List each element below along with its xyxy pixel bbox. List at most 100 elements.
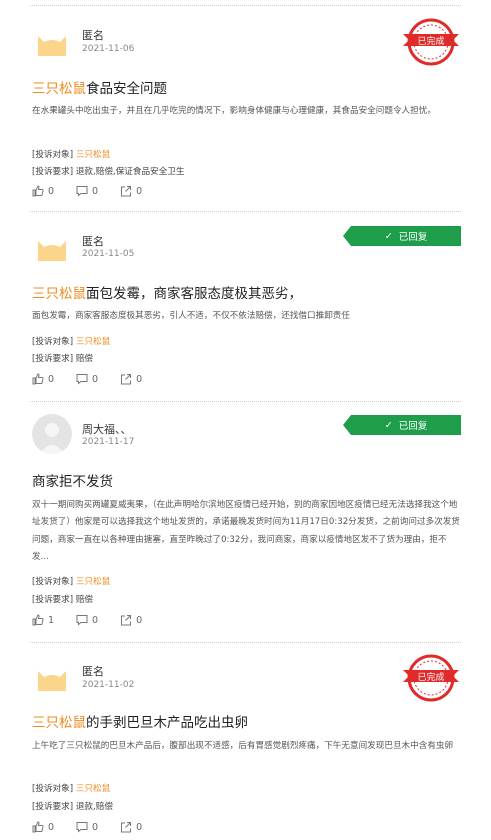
complaint-title[interactable]: 三只松鼠的手剥巴旦木产品吃出虫卵 bbox=[32, 711, 463, 731]
completed-stamp-icon: 已完成 bbox=[403, 650, 459, 706]
complaint-title[interactable]: 三只松鼠食品安全问题 bbox=[32, 77, 463, 97]
target-value[interactable]: 三只松鼠 bbox=[76, 784, 110, 794]
comment-button[interactable]: 0 bbox=[76, 185, 98, 197]
share-count: 0 bbox=[136, 614, 143, 626]
title-text: 食品安全问题 bbox=[86, 81, 167, 97]
comment-icon bbox=[76, 615, 88, 626]
target-value[interactable]: 三只松鼠 bbox=[76, 577, 110, 587]
default-user-icon bbox=[32, 414, 72, 454]
complaint-target: [投诉对象] 三只松鼠 bbox=[32, 575, 110, 587]
action-bar: 0 0 0 bbox=[32, 821, 142, 833]
divider bbox=[30, 5, 461, 6]
share-icon bbox=[121, 374, 132, 385]
share-icon bbox=[121, 822, 132, 833]
user-name: 匿名 bbox=[82, 235, 104, 248]
post-date: 2021-11-02 bbox=[82, 680, 135, 690]
share-icon bbox=[121, 615, 132, 626]
share-button[interactable]: 0 bbox=[120, 373, 142, 385]
comment-icon bbox=[76, 822, 88, 833]
user-name: 周大福、、 bbox=[82, 423, 132, 436]
target-value[interactable]: 三只松鼠 bbox=[76, 337, 110, 347]
share-count: 0 bbox=[136, 185, 143, 197]
request-label: [投诉要求] bbox=[32, 595, 74, 605]
complaint-content: 在水果罐头中吃出虫子，并且在几乎吃完的情况下，影响身体健康与心理健康，其食品安全… bbox=[32, 106, 436, 116]
status-label: 已回复 bbox=[398, 421, 428, 432]
post-date: 2021-11-05 bbox=[82, 249, 135, 259]
comment-count: 0 bbox=[92, 821, 99, 833]
complaint-content: 面包发霉，商家客服态度极其恶劣，引人不适，不仅不依法赔偿，还找借口推卸责任 bbox=[32, 311, 350, 321]
comment-button[interactable]: 0 bbox=[76, 373, 98, 385]
target-label: [投诉对象] bbox=[32, 784, 74, 794]
target-label: [投诉对象] bbox=[32, 337, 74, 347]
like-button[interactable]: 0 bbox=[32, 373, 54, 385]
divider bbox=[30, 401, 461, 402]
comment-icon bbox=[76, 186, 88, 197]
comment-button[interactable]: 0 bbox=[76, 614, 98, 626]
request-value: 赔偿 bbox=[75, 595, 94, 605]
comment-icon bbox=[76, 374, 88, 385]
post-date: 2021-11-17 bbox=[82, 437, 135, 447]
target-label: [投诉对象] bbox=[32, 150, 74, 160]
like-button[interactable]: 0 bbox=[32, 185, 54, 197]
status-badge: ✓ 已回复 bbox=[343, 226, 461, 246]
comment-count: 0 bbox=[92, 185, 99, 197]
check-icon: ✓ bbox=[384, 419, 393, 431]
thumbs-up-icon bbox=[32, 373, 44, 385]
complaint-target: [投诉对象] 三只松鼠 bbox=[32, 335, 110, 347]
like-count: 0 bbox=[48, 821, 55, 833]
title-text: 商家拒不发货 bbox=[32, 474, 113, 490]
comment-count: 0 bbox=[92, 614, 99, 626]
complaint-request: [投诉要求] 赔偿 bbox=[32, 352, 93, 364]
target-value[interactable]: 三只松鼠 bbox=[76, 150, 110, 160]
request-label: [投诉要求] bbox=[32, 167, 74, 177]
request-value: 赔偿 bbox=[75, 354, 94, 364]
thumbs-up-icon bbox=[32, 821, 44, 833]
title-text: 的手剥巴旦木产品吃出虫卵 bbox=[86, 715, 248, 731]
share-count: 0 bbox=[136, 373, 143, 385]
title-text: 面包发霉，商家客服态度极其恶劣， bbox=[86, 286, 302, 302]
like-count: 0 bbox=[48, 373, 55, 385]
request-label: [投诉要求] bbox=[32, 354, 74, 364]
cat-avatar-icon bbox=[32, 22, 72, 62]
target-label: [投诉对象] bbox=[32, 577, 74, 587]
stamp-label: 已完成 bbox=[417, 35, 444, 47]
complaint-content: 双十一期间购买两罐夏威夷果，（在此声明哈尔滨地区疫情已经开始，别的商家因地区疫情… bbox=[32, 500, 460, 563]
cat-avatar-icon bbox=[32, 227, 72, 267]
like-button[interactable]: 1 bbox=[32, 614, 54, 626]
divider bbox=[30, 211, 461, 212]
status-badge: ✓ 已回复 bbox=[343, 415, 461, 435]
complaint-request: [投诉要求] 退款,赔偿,保证食品安全卫生 bbox=[32, 165, 184, 177]
completed-stamp-icon: 已完成 bbox=[403, 14, 459, 70]
like-button[interactable]: 0 bbox=[32, 821, 54, 833]
complaint-request: [投诉要求] 赔偿 bbox=[32, 593, 93, 605]
share-button[interactable]: 0 bbox=[120, 821, 142, 833]
comment-count: 0 bbox=[92, 373, 99, 385]
complaint-list-page: 匿名 2021-11-06 已完成 三只松鼠食品安全问题 在水果罐头中吃出虫子，… bbox=[0, 0, 491, 840]
comment-button[interactable]: 0 bbox=[76, 821, 98, 833]
share-count: 0 bbox=[136, 821, 143, 833]
cat-avatar-icon bbox=[32, 657, 72, 697]
user-name: 匿名 bbox=[82, 29, 104, 42]
request-label: [投诉要求] bbox=[32, 802, 74, 812]
thumbs-up-icon bbox=[32, 185, 44, 197]
request-value: 退款,赔偿,保证食品安全卫生 bbox=[75, 167, 185, 177]
title-brand: 三只松鼠 bbox=[32, 715, 86, 731]
status-label: 已回复 bbox=[398, 232, 428, 243]
check-icon: ✓ bbox=[384, 230, 393, 242]
complaint-target: [投诉对象] 三只松鼠 bbox=[32, 148, 110, 160]
action-bar: 0 0 0 bbox=[32, 185, 142, 197]
stamp-label: 已完成 bbox=[417, 671, 444, 683]
like-count: 0 bbox=[48, 185, 55, 197]
share-button[interactable]: 0 bbox=[120, 185, 142, 197]
complaint-request: [投诉要求] 退款,赔偿 bbox=[32, 800, 113, 812]
share-button[interactable]: 0 bbox=[120, 614, 142, 626]
complaint-title[interactable]: 商家拒不发货 bbox=[32, 470, 463, 490]
title-brand: 三只松鼠 bbox=[32, 81, 86, 97]
thumbs-up-icon bbox=[32, 614, 44, 626]
share-icon bbox=[121, 186, 132, 197]
post-date: 2021-11-06 bbox=[82, 44, 135, 54]
action-bar: 0 0 0 bbox=[32, 373, 142, 385]
complaint-title[interactable]: 三只松鼠面包发霉，商家客服态度极其恶劣， bbox=[32, 282, 463, 302]
user-name: 匿名 bbox=[82, 665, 104, 678]
divider bbox=[30, 642, 461, 643]
